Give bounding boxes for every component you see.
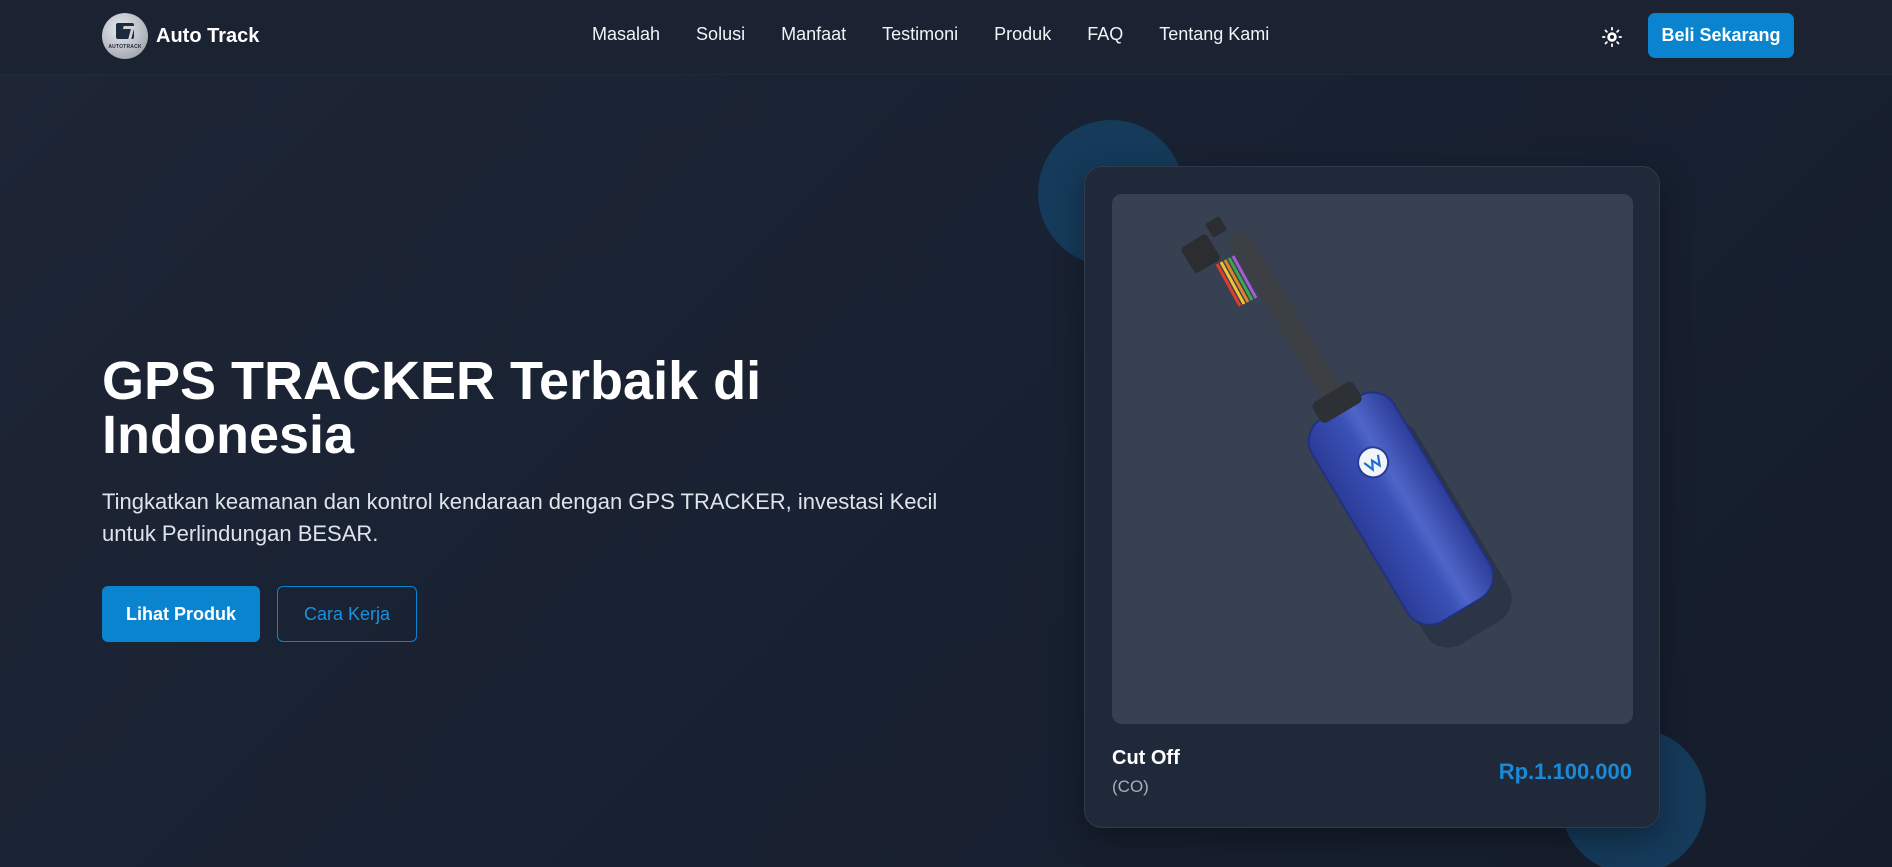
brand-name: Auto Track [156,24,260,47]
hero-title: GPS TRACKER Terbaik di Indonesia [102,351,762,465]
nav-link-produk[interactable]: Produk [994,24,1051,45]
how-it-works-button[interactable]: Cara Kerja [277,586,417,642]
product-card[interactable]: Cut Off (CO) Rp.1.100.000 [1084,166,1660,828]
logo-mark-icon [116,23,134,39]
nav-links: Masalah Solusi Manfaat Testimoni Produk … [592,24,1269,45]
product-image [1112,194,1633,724]
brand-logo: AUTOTRACK [102,13,148,59]
sun-icon [1601,26,1623,48]
gps-tracker-device-icon [1181,216,1512,648]
nav-link-tentang-kami[interactable]: Tentang Kami [1159,24,1269,45]
navbar: AUTOTRACK Auto Track Masalah Solusi Manf… [0,0,1892,75]
view-products-button[interactable]: Lihat Produk [102,586,260,642]
nav-link-manfaat[interactable]: Manfaat [781,24,846,45]
nav-link-masalah[interactable]: Masalah [592,24,660,45]
nav-link-solusi[interactable]: Solusi [696,24,745,45]
nav-link-testimoni[interactable]: Testimoni [882,24,958,45]
hero-subtitle: Tingkatkan keamanan dan kontrol kendaraa… [102,489,938,546]
buy-now-button[interactable]: Beli Sekarang [1648,13,1794,58]
product-price: Rp.1.100.000 [1498,759,1632,784]
product-code: (CO) [1112,777,1149,796]
product-name: Cut Off [1112,747,1180,769]
theme-toggle-button[interactable] [1600,25,1624,49]
nav-link-faq[interactable]: FAQ [1087,24,1123,45]
logo-text: AUTOTRACK [108,44,142,50]
brand[interactable]: AUTOTRACK Auto Track [102,13,259,59]
